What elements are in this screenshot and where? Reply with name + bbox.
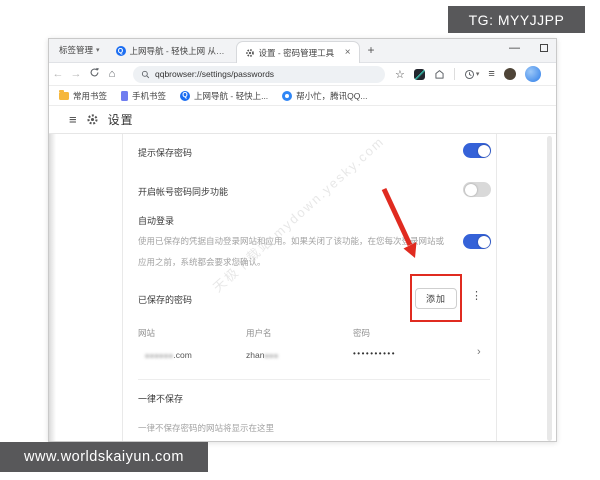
username-visible: zhan [246,350,265,360]
website-redacted: ●●●●●● [145,353,174,360]
scrollbar[interactable] [547,136,552,441]
password-sync-label: 开启帐号密码同步功能 [138,187,229,197]
bookmark-label: 上网导航 - 轻快上... [194,90,269,101]
password-settings-panel: 天极下载站 mydown.yesky.com 提示保存密码 开启帐号密码同步功能… [123,134,497,441]
qq-browser-favicon: Q [180,90,191,101]
save-password-prompt-toggle[interactable] [463,143,491,158]
reload-icon [90,67,99,77]
reload-button[interactable] [85,67,103,81]
new-tab-button[interactable]: + [360,43,385,62]
history-clock-icon [464,69,474,79]
bookmark-mobile[interactable]: 手机书签 [121,90,166,102]
settings-content: 天极下载站 mydown.yesky.com 提示保存密码 开启帐号密码同步功能… [49,134,556,441]
auto-login-toggle[interactable] [463,234,491,249]
row-chevron-icon[interactable]: › [477,346,481,358]
username-redacted: ●●● [264,353,279,360]
forward-button[interactable]: → [67,68,85,80]
window-controls: — [509,43,548,54]
bookmark-nav[interactable]: Q 上网导航 - 轻快上... [180,90,268,102]
maximize-button[interactable] [540,44,548,52]
password-row-masked: •••••••••• [353,349,397,358]
screenshot: TG: MYYJJPP www.worldskaiyun.com 标签管理 ▾ … [0,0,600,480]
phone-icon [121,90,129,101]
column-website: 网站 [138,328,156,338]
toolbar-actions: ☆ ▾ ≡ [395,66,541,82]
bookmark-common[interactable]: 常用书签 [59,89,108,102]
chevron-down-icon: ▾ [96,47,100,54]
annotation-red-arrow [381,187,417,258]
home-button[interactable]: ⌂ [103,68,121,80]
website-domain: .com [173,350,192,360]
section-divider [138,379,490,380]
profile-avatar[interactable] [503,68,516,80]
qq-browser-favicon: Q [115,46,126,56]
password-row-username: zhan●●● [246,350,279,360]
column-username: 用户名 [246,328,272,338]
gear-icon [87,114,98,125]
tab-close-icon[interactable]: × [341,47,351,58]
chevron-down-icon: ▾ [475,71,480,78]
bookmarks-bar: 常用书签 手机书签 Q 上网导航 - 轻快上... 帮小忙，腾讯QQ... [49,86,556,106]
auto-login-title: 自动登录 [138,216,175,226]
password-sync-toggle[interactable] [463,182,491,197]
collection-icon[interactable] [434,69,445,80]
tencent-icon [282,90,293,101]
toggle-knob [477,144,490,157]
side-panel-orb-icon[interactable] [524,66,541,82]
bookmark-label: 常用书签 [73,90,108,101]
site-badge-text: www.worldskaiyun.com [24,449,184,465]
menu-icon[interactable]: ≡ [488,68,494,80]
right-gutter [497,134,556,441]
search-icon [141,70,150,78]
toggle-knob [464,183,477,196]
never-save-title: 一律不保存 [138,394,184,404]
settings-sidebar [49,134,123,441]
browser-window: 标签管理 ▾ Q 上网导航 - 轻快上网 从这里开始 设置 - 密码管理工具 ×… [48,38,557,442]
tg-watermark-badge: TG: MYYJJPP [448,6,585,33]
site-watermark-badge: www.worldskaiyun.com [0,442,208,472]
bookmark-label: 手机书签 [132,90,167,101]
password-row-website[interactable]: ●●●●●●.com [145,350,192,360]
page-title: 设置 [107,113,134,127]
bookmark-star-icon[interactable]: ☆ [395,68,405,81]
settings-header: ≡ 设置 [49,106,556,134]
address-url: qqbrowser://settings/passwords [155,69,275,79]
tab-label: 上网导航 - 轻快上网 从这里开始 [129,46,228,56]
folder-icon [59,89,69,100]
kebab-menu-icon[interactable]: ⋮ [471,289,482,302]
save-password-prompt-label: 提示保存密码 [138,148,193,158]
column-password: 密码 [353,328,371,338]
tab-strip: 标签管理 ▾ Q 上网导航 - 轻快上网 从这里开始 设置 - 密码管理工具 ×… [49,39,556,63]
address-bar[interactable]: qqbrowser://settings/passwords [133,65,385,83]
left-edge-shadow [49,134,56,441]
toggle-knob [477,235,490,248]
bookmark-label: 帮小忙，腾讯QQ... [296,90,368,101]
tab-label: 设置 - 密码管理工具 [258,47,335,58]
extension-icon[interactable] [413,68,425,80]
never-save-hint: 一律不保存密码的网站将显示在这里 [138,423,275,433]
tg-badge-text: TG: MYYJJPP [468,11,565,28]
hamburger-menu-icon[interactable]: ≡ [69,112,77,127]
history-button[interactable]: ▾ [464,69,480,80]
back-button[interactable]: ← [49,68,67,80]
gear-icon [245,48,254,57]
annotation-red-rectangle [410,274,462,322]
tab-manager-button[interactable]: 标签管理 ▾ [49,44,108,62]
tab-manager-label: 标签管理 [59,45,94,55]
minimize-button[interactable]: — [509,43,520,54]
tab-nav-homepage[interactable]: Q 上网导航 - 轻快上网 从这里开始 [108,40,236,62]
toolbar-divider [453,68,455,80]
saved-passwords-title: 已保存的密码 [138,295,193,305]
browser-toolbar: ← → ⌂ qqbrowser://settings/passwords ☆ ▾… [49,63,556,86]
bookmark-tencent[interactable]: 帮小忙，腾讯QQ... [282,90,367,102]
tab-settings-passwords[interactable]: 设置 - 密码管理工具 × [235,41,360,63]
